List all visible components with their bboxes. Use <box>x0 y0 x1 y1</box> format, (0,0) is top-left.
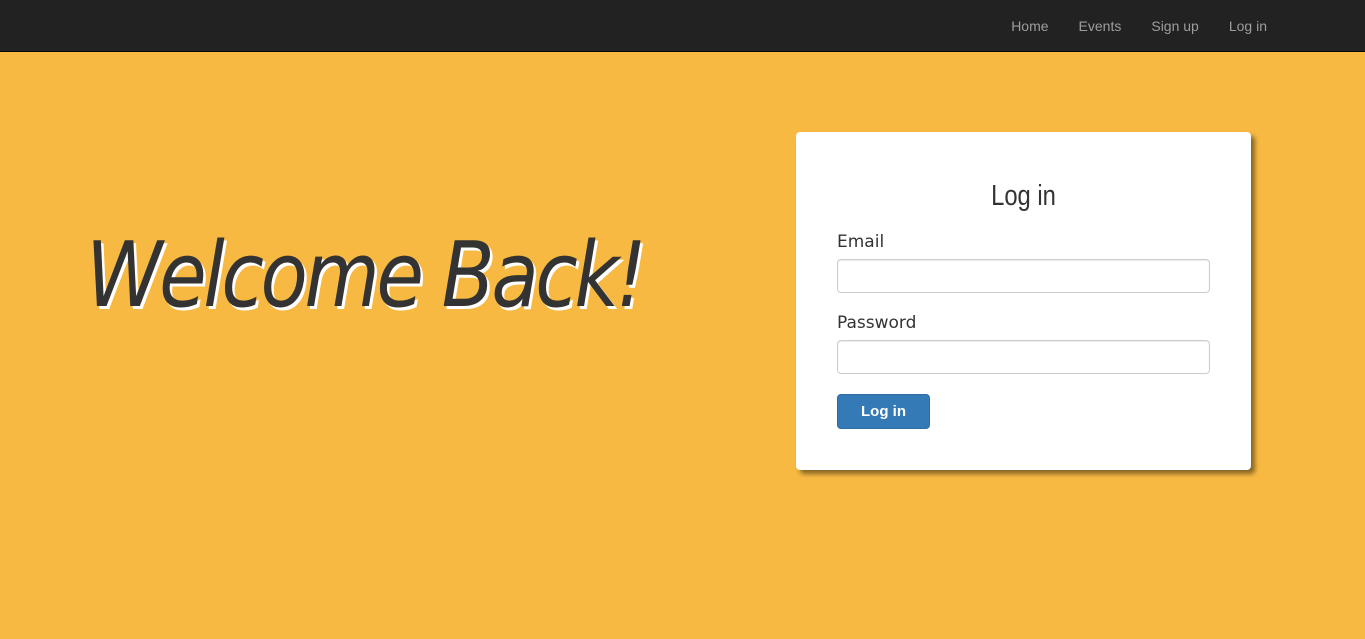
nav-link-sign-up[interactable]: Sign up <box>1151 18 1198 34</box>
nav-link-log-in[interactable]: Log in <box>1229 18 1267 34</box>
welcome-heading: Welcome Back! <box>86 223 647 328</box>
email-field[interactable] <box>837 259 1210 293</box>
nav-link-home[interactable]: Home <box>1011 18 1048 34</box>
password-field[interactable] <box>837 340 1210 374</box>
email-label: Email <box>837 232 885 252</box>
login-card-title: Log in <box>991 180 1056 212</box>
login-button[interactable]: Log in <box>837 394 930 429</box>
password-label: Password <box>837 313 917 333</box>
top-navbar: Home Events Sign up Log in <box>0 0 1365 52</box>
login-card: Log in Email Password Log in <box>796 132 1251 470</box>
nav-link-events[interactable]: Events <box>1079 18 1122 34</box>
nav-links: Home Events Sign up Log in <box>981 0 1267 52</box>
